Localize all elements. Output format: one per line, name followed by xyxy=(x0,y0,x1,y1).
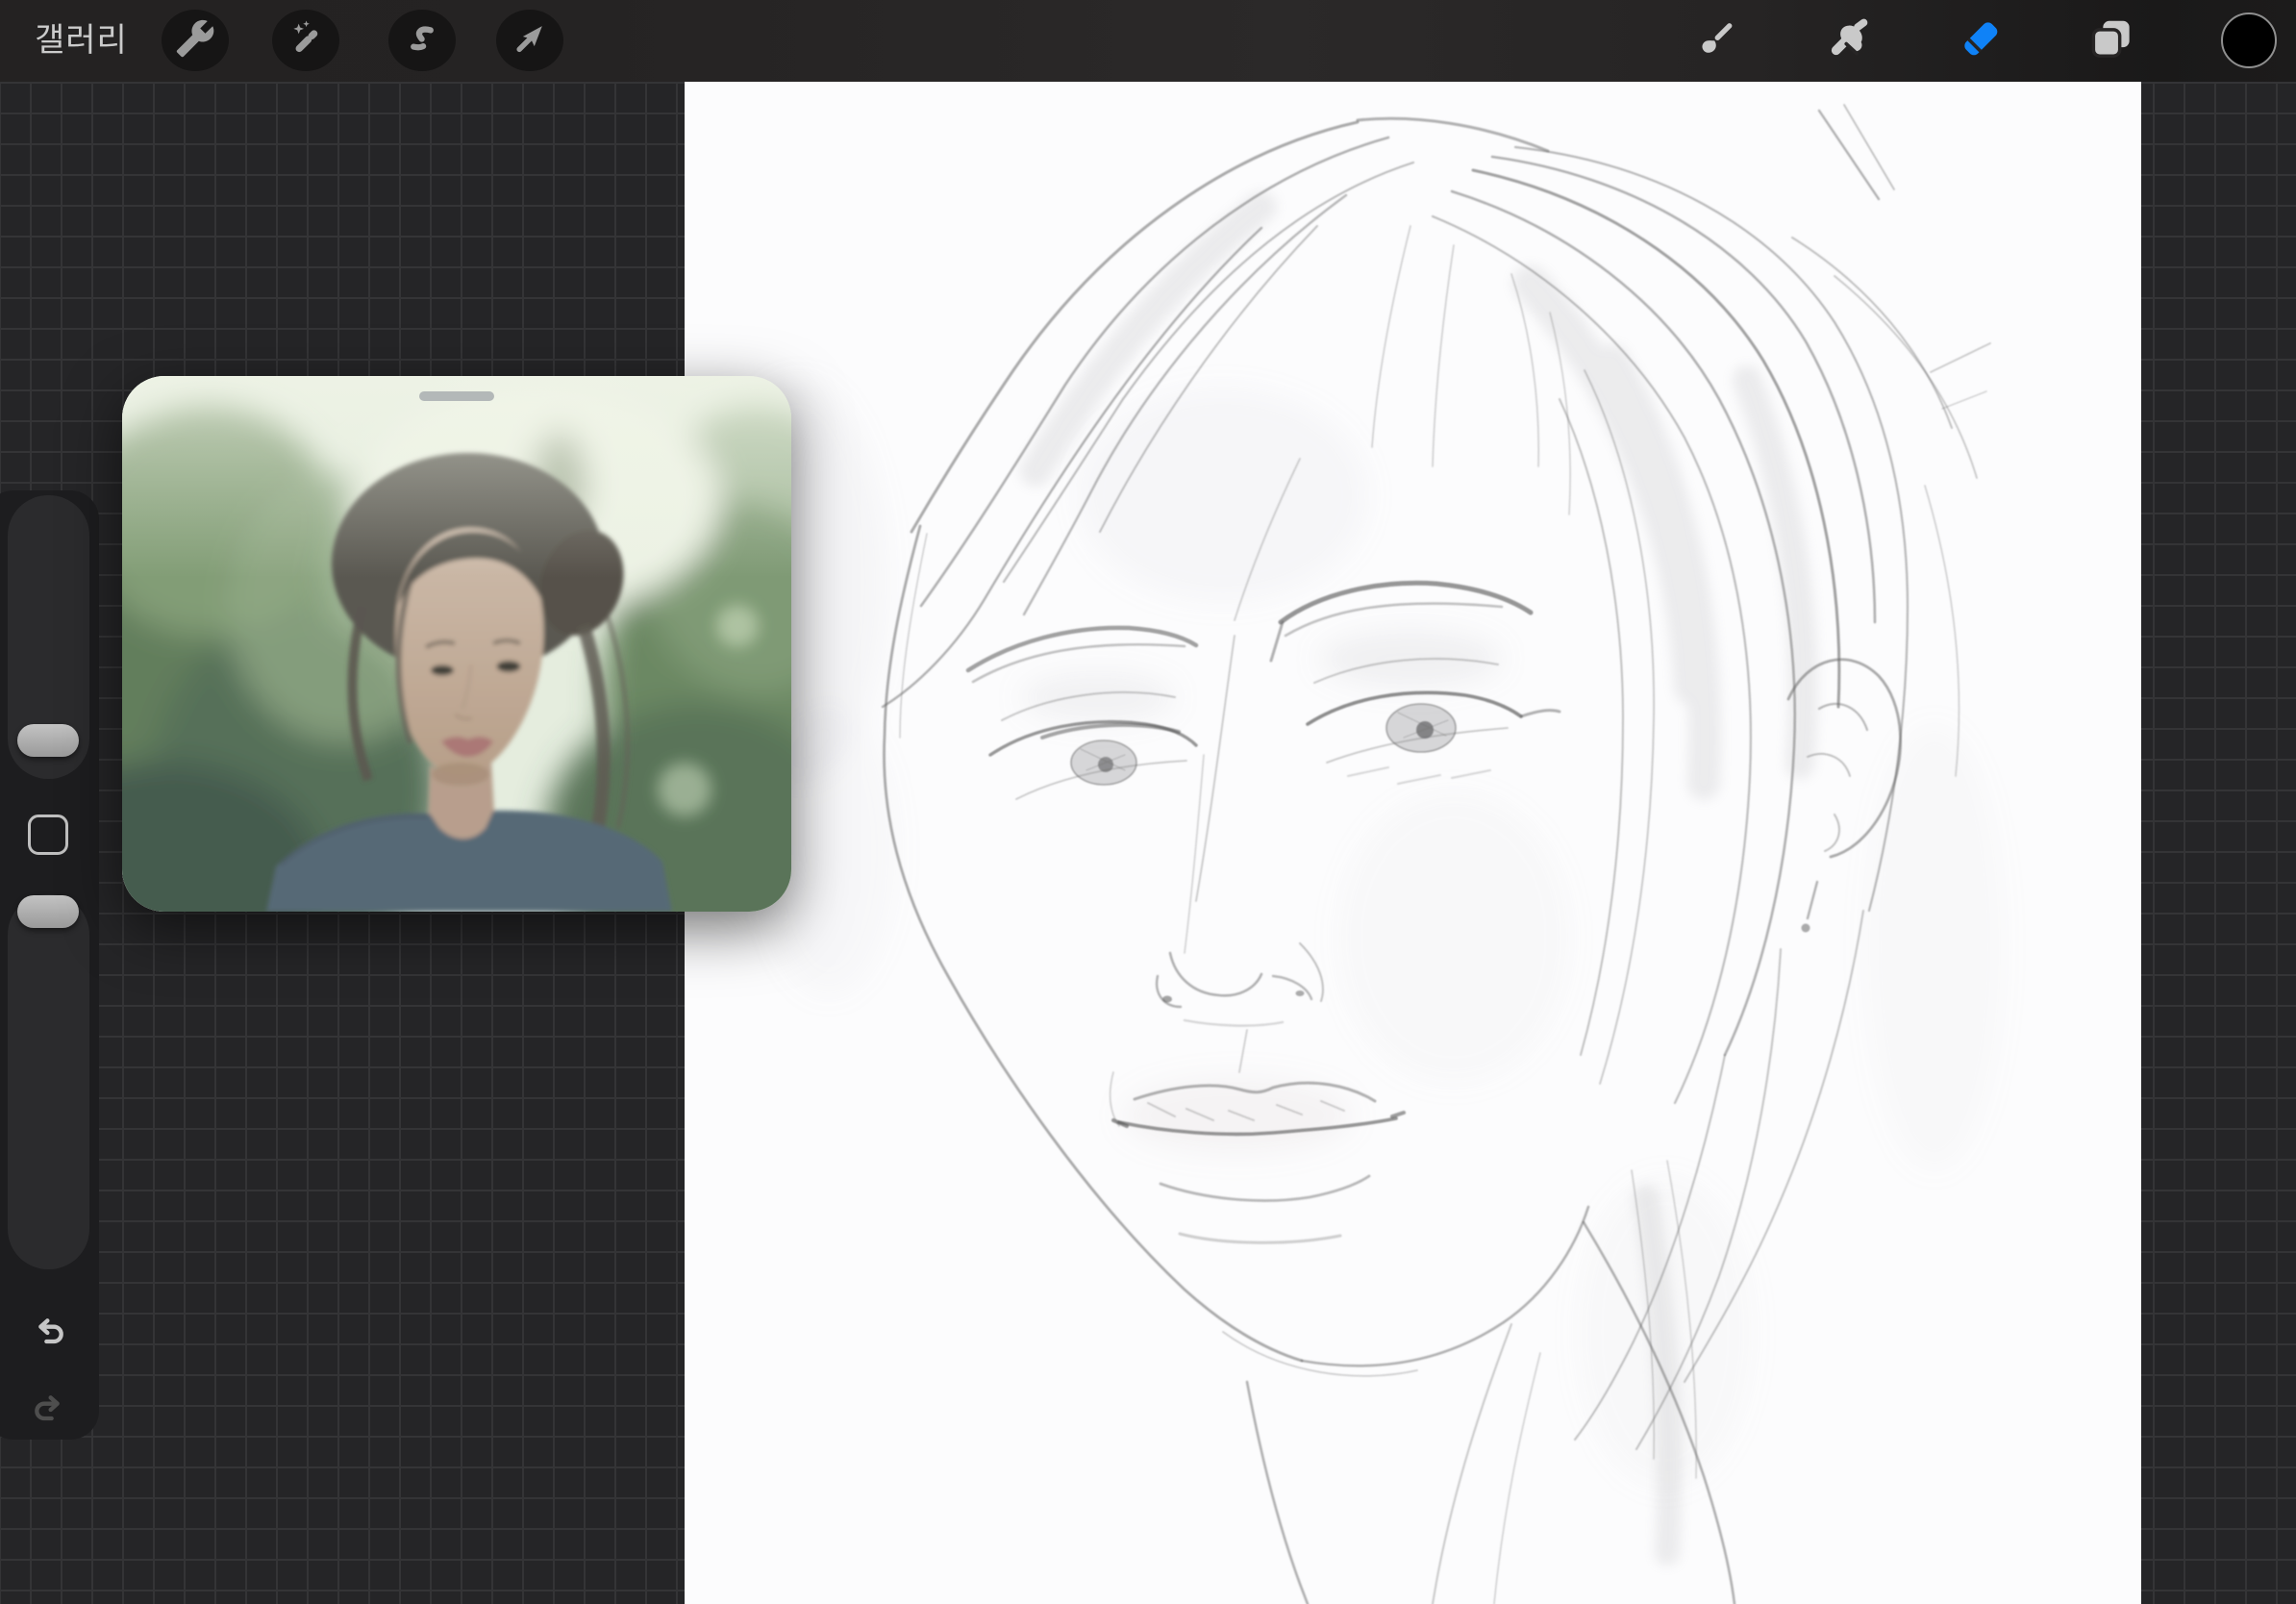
opacity-slider[interactable] xyxy=(8,894,89,1269)
top-toolbar: 갤러리 xyxy=(0,0,2296,82)
layers-icon xyxy=(2086,13,2136,68)
brush-size-handle[interactable] xyxy=(17,724,79,757)
reference-photo xyxy=(122,376,791,912)
smudge-hand-icon xyxy=(1823,13,1873,68)
layers-button[interactable] xyxy=(2081,10,2142,71)
redo-arrow-icon xyxy=(30,1415,68,1431)
erase-button[interactable] xyxy=(1950,10,2011,71)
brush-sidebar xyxy=(0,490,99,1440)
paint-button[interactable] xyxy=(1685,10,1747,71)
color-well-icon[interactable] xyxy=(2221,13,2277,68)
transform-button[interactable] xyxy=(496,10,563,71)
drag-handle[interactable] xyxy=(419,391,494,401)
adjustments-button[interactable] xyxy=(272,10,339,71)
magic-wand-icon xyxy=(285,17,327,64)
eraser-icon xyxy=(1955,13,2007,69)
modify-button[interactable] xyxy=(28,815,68,855)
selection-s-icon xyxy=(401,17,443,64)
wrench-icon xyxy=(175,18,215,63)
actions-button[interactable] xyxy=(162,10,229,71)
drawing-canvas[interactable] xyxy=(685,82,2141,1604)
selection-button[interactable] xyxy=(388,10,456,71)
undo-button[interactable] xyxy=(30,1312,68,1350)
reference-window[interactable] xyxy=(122,376,791,912)
redo-button[interactable] xyxy=(30,1389,68,1427)
brush-icon xyxy=(1692,14,1740,67)
transform-arrow-icon xyxy=(509,17,551,64)
gallery-button[interactable]: 갤러리 xyxy=(35,0,128,82)
pencil-sketch xyxy=(685,82,2141,1604)
undo-arrow-icon xyxy=(30,1338,68,1354)
smudge-button[interactable] xyxy=(1817,10,1879,71)
opacity-handle[interactable] xyxy=(17,895,79,928)
